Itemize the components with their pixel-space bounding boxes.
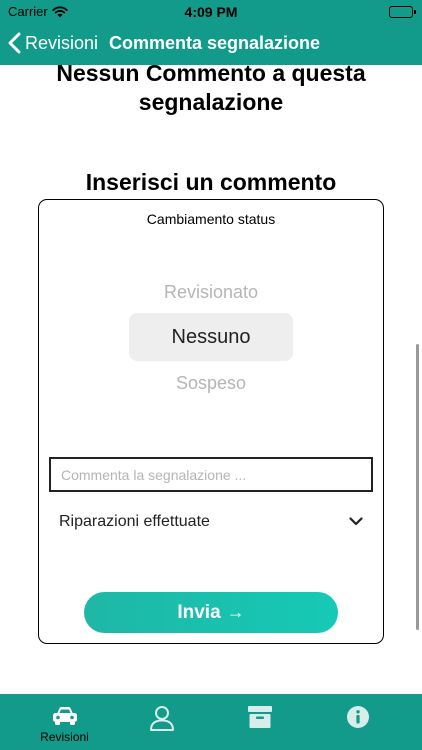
tab-info[interactable] (310, 694, 405, 750)
chevron-left-icon (8, 32, 21, 54)
dropdown-selected-value: Riparazioni effettuate (59, 513, 210, 530)
status-option-sospeso[interactable]: Sospeso (39, 373, 383, 394)
page-title: Commenta segnalazione (109, 33, 321, 53)
no-comment-message: Nessun Commento a questa segnalazione (56, 65, 366, 115)
back-button-label: Revisioni (25, 32, 99, 53)
user-icon (149, 694, 175, 731)
status-bar: Carrier 4:09 PM (0, 0, 422, 24)
tab-bar: Revisioni (0, 694, 422, 750)
repair-type-dropdown[interactable]: Riparazioni effettuate (59, 508, 363, 536)
back-button[interactable]: Revisioni (8, 32, 98, 54)
status-option-selected[interactable]: Nessuno (129, 313, 293, 361)
section-title: Inserisci un commento (85, 169, 337, 195)
comment-form-card: Cambiamento status Revisionato Nessuno S… (38, 199, 384, 644)
info-icon (346, 694, 370, 729)
clock: 4:09 PM (184, 4, 238, 20)
navigation-bar: Revisioni Commenta segnalazione (0, 24, 422, 65)
tab-profile[interactable] (114, 694, 209, 750)
send-button-label: Invia (177, 601, 221, 623)
archive-icon (247, 694, 273, 729)
content-area[interactable]: Nessun Commento a questa segnalazione In… (0, 65, 422, 694)
status-change-label: Cambiamento status (146, 211, 276, 227)
battery-icon (389, 6, 416, 18)
tab-revisioni[interactable]: Revisioni (17, 694, 112, 750)
send-button[interactable]: Invia → (84, 592, 338, 633)
arrow-right-icon: → (226, 602, 245, 622)
status-option-revisionato[interactable]: Revisionato (39, 282, 383, 303)
tab-archive[interactable] (212, 694, 307, 750)
scrollbar[interactable] (416, 344, 419, 630)
tab-label-revisioni: Revisioni (40, 730, 89, 744)
chevron-down-icon (349, 513, 363, 531)
car-icon (51, 694, 79, 727)
comment-input[interactable] (49, 457, 373, 492)
